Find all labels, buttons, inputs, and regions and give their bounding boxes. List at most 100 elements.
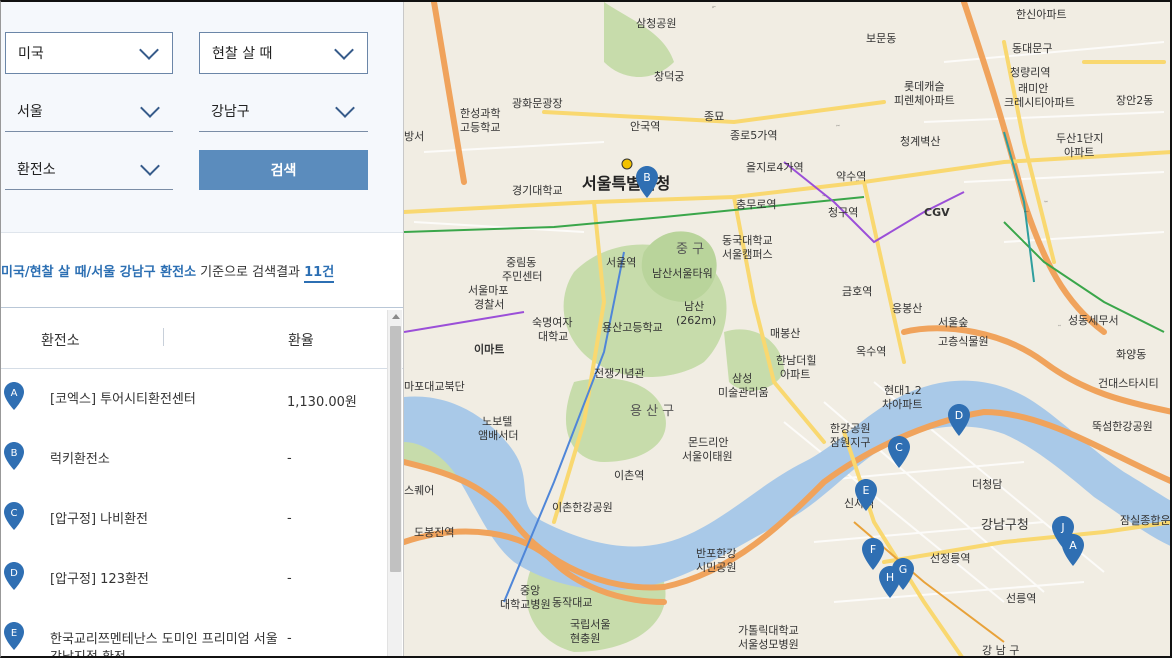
exchange-rate: - [287,571,292,586]
place-label: 이촌한강공원 [552,501,613,514]
place-label: 서울이태원 [682,450,733,463]
divider [1,232,403,233]
place-label: 청량리역 [1010,66,1050,79]
city-hall-icon [621,158,633,170]
summary-text: 기준으로 검색결과 [196,265,305,280]
place-label: 대학교 [538,330,568,343]
transaction-select[interactable]: 현찰 살 때 [199,32,368,74]
place-label: 뚝섬한강공원 [1092,420,1153,433]
place-label: 서울성모병원 [738,638,799,651]
district-select[interactable]: 강남구 [199,90,368,132]
place-label: 종묘 [704,110,724,123]
svg-text:D: D [955,409,963,422]
place-label: 더청담 [972,478,1002,491]
country-select-value: 미국 [18,46,44,62]
pin-letter: C [11,508,18,519]
chevron-down-icon [334,40,354,60]
svg-text:E: E [863,484,870,497]
table-row[interactable]: D [압구정] 123환전 - [1,549,387,609]
place-label: 노보텔 [482,415,512,428]
place-label: 광화문광장 [512,97,563,110]
place-label: 두산1단지 [1056,132,1103,145]
place-label: 앰배서더 [478,429,518,442]
place-label: 강남구청 [981,518,1029,533]
svg-text:C: C [895,441,903,454]
exchange-rate: 1,130.00원 [287,395,357,410]
pin-letter: B [11,448,18,459]
app-frame: 미국 현찰 살 때 서울 강남구 환전소 검색 미국/현찰 살 때/서울 강남구… [0,0,1172,658]
map-pin-icon: B [4,442,24,470]
table-row[interactable]: E 한국교리쯔멘테난스 도미인 프리미엄 서울 강남지점 환전 - [1,609,387,658]
place-label: CGV [924,206,950,219]
list-scrollbar[interactable] [387,310,402,656]
place-label: 한남더힐 [776,354,816,367]
scrollbar-thumb[interactable] [390,326,401,572]
place-label: 반포한강 [696,547,736,560]
place-label: 충무로역 [736,198,776,211]
place-label: 고등학교 [460,121,500,134]
column-divider [163,328,164,346]
place-label: 차아파트 [882,398,922,411]
chevron-down-icon [140,97,160,118]
place-label: 숙명여자 [532,316,572,329]
place-label: 장안2동 [1116,94,1153,107]
place-label: 대학교병원 [500,598,551,611]
svg-text:B: B [643,171,651,184]
place-label: 삼성 [732,372,752,385]
place-label: 경찰서 [474,298,504,311]
place-label: 성동세무서 [1068,314,1119,327]
chevron-down-icon [335,97,355,118]
city-select[interactable]: 서울 [5,90,173,132]
place-label: 주민센터 [502,270,542,283]
search-button[interactable]: 검색 [199,150,368,190]
city-select-value: 서울 [17,103,43,120]
place-label: 한강공원 [830,422,870,435]
place-label: 도봉진역 [414,526,454,539]
place-label: 을지로4가역 [746,161,804,174]
svg-text:H: H [886,571,894,584]
place-label: 현대1,2 [884,384,922,397]
category-select-value: 환전소 [17,161,56,178]
map-view[interactable]: 서울특별시청 중 구 용 산 구 강남구청 남산서울타워 남산 (262m) 서… [404,2,1172,658]
exchange-name: 럭키환전소 [50,452,110,467]
map-canvas[interactable]: 서울특별시청 중 구 용 산 구 강남구청 남산서울타워 남산 (262m) 서… [404,2,1172,658]
scroll-up-arrow-icon[interactable] [392,314,400,319]
place-label: 아파트 [780,368,810,381]
result-list: A [코엑스] 투어시티환전센터 1,130.00원 B 럭키환전소 - C [… [1,369,387,658]
place-label: 청계벽산 [900,135,940,148]
place-label: 건대스타시티 [1098,377,1159,390]
place-label: 용 산 구 [630,404,674,419]
transaction-select-value: 현찰 살 때 [212,46,273,62]
exchange-rate: - [287,451,292,466]
place-label: 약수역 [836,169,866,183]
map-pin-icon: D [4,562,24,590]
category-select[interactable]: 환전소 [5,148,173,190]
place-label: 방서 [404,130,424,143]
exchange-rate: - [287,631,292,646]
svg-text:A: A [1069,539,1077,552]
place-label: 한성과학 [460,107,500,120]
place-label: 미술관리움 [718,386,769,399]
place-label: 선릉역 [1006,592,1036,605]
place-label: 피렌체아파트 [894,94,955,107]
place-label: (262m) [676,314,716,327]
place-label: 동작대교 [552,596,592,609]
table-row[interactable]: C [압구정] 나비환전 - [1,489,387,549]
place-label: 이마트 [474,342,504,356]
place-label: 경기대학교 [512,184,563,197]
place-label: 한신아파트 [1016,8,1067,21]
place-label: 보문동 [866,32,896,45]
place-label: 잠원지구 [830,436,870,449]
exchange-name: 한국교리쯔멘테난스 도미인 프리미엄 서울 강남지점 환전 [50,632,278,658]
place-label: 이촌역 [614,469,644,482]
place-label: 응봉산 [892,302,922,315]
country-select[interactable]: 미국 [5,32,173,74]
place-label: 용산고등학교 [602,321,663,334]
place-label: 금호역 [842,285,872,298]
place-label: 중앙 [520,584,540,597]
place-label: 서울마포 [468,284,508,297]
table-header: 환전소 환율 [1,307,403,369]
table-row[interactable]: A [코엑스] 투어시티환전센터 1,130.00원 [1,369,387,429]
place-label: 전쟁기념관 [594,367,645,380]
table-row[interactable]: B 럭키환전소 - [1,429,387,489]
